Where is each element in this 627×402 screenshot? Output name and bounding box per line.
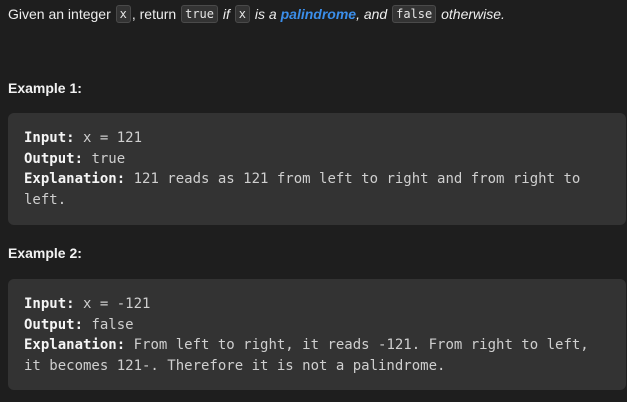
example-1-block: Input: x = 121 Output: true Explanation:… <box>8 113 626 225</box>
statement-text-5: , and <box>356 6 392 22</box>
example-1-output-line: Output: true <box>24 149 610 170</box>
explanation-label: Explanation: <box>24 171 126 187</box>
input-label: Input: <box>24 130 75 146</box>
statement-text-6: otherwise. <box>437 6 505 22</box>
problem-description-panel: Given an integer x, return true if x is … <box>0 0 627 402</box>
example-2-explanation-line: Explanation: From left to right, it read… <box>24 335 610 376</box>
statement-text-2: , return <box>131 6 181 22</box>
example-2-output-line: Output: false <box>24 315 610 336</box>
inline-code-x: x <box>115 5 131 23</box>
example-1-heading: Example 1: <box>8 80 82 96</box>
inline-code-true: true <box>181 5 219 23</box>
statement-text-4: is a <box>251 6 281 22</box>
output-value: true <box>83 150 126 167</box>
inline-code-false: false <box>392 5 437 23</box>
statement-text-1: Given an integer <box>8 6 115 22</box>
input-value: x = 121 <box>74 130 143 146</box>
problem-statement: Given an integer x, return true if x is … <box>8 4 623 24</box>
input-label: Input: <box>24 296 75 312</box>
palindrome-link[interactable]: palindrome <box>281 6 356 22</box>
example-2-block: Input: x = -121 Output: false Explanatio… <box>8 279 626 390</box>
statement-text-3: if <box>219 6 234 22</box>
inline-code-x-2: x <box>234 5 251 23</box>
example-1-input-line: Input: x = 121 <box>24 128 610 149</box>
output-value: false <box>83 316 134 333</box>
example-1-explanation-line: Explanation: 121 reads as 121 from left … <box>24 169 610 210</box>
example-2-heading: Example 2: <box>8 245 82 261</box>
input-value: x = -121 <box>74 296 151 312</box>
output-label: Output: <box>24 150 84 167</box>
explanation-label: Explanation: <box>24 337 126 353</box>
example-2-input-line: Input: x = -121 <box>24 294 610 315</box>
output-label: Output: <box>24 316 84 333</box>
